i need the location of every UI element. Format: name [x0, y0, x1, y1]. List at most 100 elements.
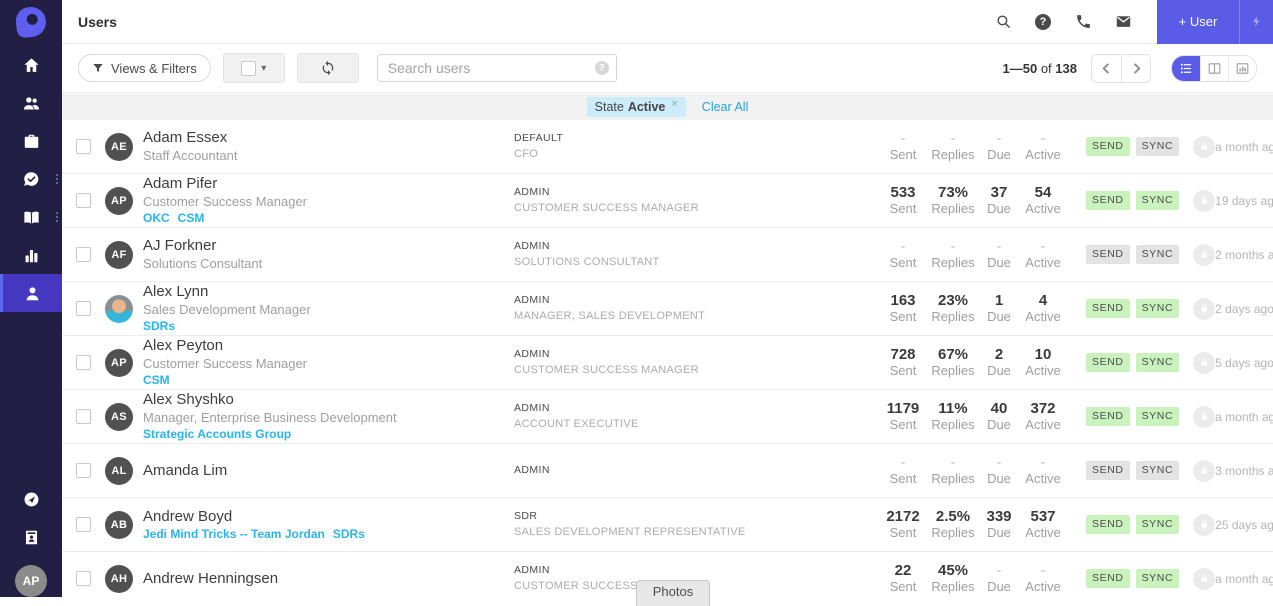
- user-tag[interactable]: Jedi Mind Tricks -- Team Jordan: [143, 527, 325, 542]
- help-button[interactable]: ?: [1023, 0, 1063, 44]
- user-tag[interactable]: OKC: [143, 211, 170, 226]
- row-checkbox[interactable]: [76, 571, 91, 586]
- stat-active-value: -: [1040, 562, 1046, 579]
- user-tag[interactable]: Strategic Accounts Group: [143, 427, 291, 442]
- stat-sent-label: Sent: [889, 147, 917, 162]
- chart-view-icon: [1236, 62, 1249, 74]
- user-name[interactable]: Adam Pifer: [143, 175, 514, 193]
- user-row[interactable]: AP Alex Peyton Customer Success Manager CSM…: [62, 336, 1273, 390]
- row-checkbox[interactable]: [76, 139, 91, 154]
- app-logo[interactable]: [0, 0, 62, 44]
- lock-icon: [1201, 520, 1207, 528]
- select-all-dropdown[interactable]: ▾: [222, 53, 285, 83]
- user-row[interactable]: Alex Lynn Sales Development Manager SDRs AD…: [62, 282, 1273, 336]
- user-name[interactable]: Andrew Henningsen: [143, 570, 514, 588]
- send-badge[interactable]: SEND: [1086, 569, 1130, 588]
- views-filters-button[interactable]: Views & Filters: [78, 54, 211, 82]
- sync-badge[interactable]: SYNC: [1135, 515, 1180, 534]
- user-row[interactable]: AP Adam Pifer Customer Success Manager OKC C…: [62, 174, 1273, 228]
- sidebar-item-book[interactable]: [0, 198, 62, 236]
- filter-chip-state[interactable]: State Active ×: [586, 97, 686, 117]
- user-position: MANAGER, SALES DEVELOPMENT: [514, 310, 706, 322]
- row-checkbox[interactable]: [76, 463, 91, 478]
- remove-filter-icon[interactable]: ×: [671, 98, 677, 110]
- quick-actions-button[interactable]: [1239, 0, 1273, 44]
- row-checkbox[interactable]: [76, 193, 91, 208]
- stat-sent-label: Sent: [889, 525, 917, 540]
- sync-badge[interactable]: SYNC: [1135, 569, 1180, 588]
- user-name[interactable]: Alex Peyton: [143, 337, 514, 355]
- sync-badge[interactable]: SYNC: [1135, 137, 1180, 156]
- avatar-initials: AL: [105, 456, 133, 485]
- prev-page-button[interactable]: [1092, 54, 1121, 82]
- user-tag[interactable]: SDRs: [143, 319, 175, 334]
- user-tag[interactable]: CSM: [178, 211, 205, 226]
- sidebar-item-person[interactable]: [0, 274, 62, 312]
- search-help-icon[interactable]: ?: [594, 61, 609, 75]
- send-badge[interactable]: SEND: [1086, 137, 1130, 156]
- next-page-button[interactable]: [1121, 54, 1150, 82]
- view-mode-chart-view[interactable]: [1228, 55, 1256, 81]
- row-checkbox[interactable]: [76, 409, 91, 424]
- user-name[interactable]: Alex Lynn: [143, 283, 514, 301]
- kebab-menu-icon[interactable]: [56, 212, 58, 222]
- user-name[interactable]: Adam Essex: [143, 129, 514, 147]
- sidebar-item-people[interactable]: [0, 84, 62, 122]
- row-checkbox[interactable]: [76, 301, 91, 316]
- send-badge[interactable]: SEND: [1086, 407, 1130, 426]
- stat-replies-value: 2.5%: [935, 508, 971, 525]
- user-tags: CSM: [143, 373, 514, 388]
- user-name[interactable]: Andrew Boyd: [143, 508, 514, 526]
- user-title: Sales Development Manager: [143, 302, 311, 317]
- sync-badge[interactable]: SYNC: [1135, 407, 1180, 426]
- sync-badge[interactable]: SYNC: [1135, 191, 1180, 210]
- send-badge[interactable]: SEND: [1086, 461, 1130, 480]
- user-row[interactable]: AL Amanda Lim ADMIN - Sent - Replies - Due - Activ…: [62, 444, 1273, 498]
- sidebar-item-chat-check[interactable]: [0, 160, 62, 198]
- user-row[interactable]: AB Andrew Boyd Jedi Mind Tricks -- Team Jo…: [62, 498, 1273, 552]
- user-name[interactable]: Amanda Lim: [143, 462, 514, 480]
- sync-badge[interactable]: SYNC: [1135, 353, 1180, 372]
- send-badge[interactable]: SEND: [1086, 299, 1130, 318]
- send-badge[interactable]: SEND: [1086, 245, 1130, 264]
- pagination-range: 1—50: [1002, 60, 1038, 76]
- user-tag[interactable]: CSM: [143, 373, 170, 388]
- current-user-avatar[interactable]: AP: [15, 565, 47, 597]
- clear-all-link[interactable]: Clear All: [702, 100, 749, 114]
- sidebar-item-home[interactable]: [0, 46, 62, 84]
- sidebar-item-compass[interactable]: [0, 480, 62, 518]
- view-mode-column-view[interactable]: [1200, 55, 1228, 81]
- add-user-button[interactable]: + User: [1157, 0, 1239, 44]
- user-row[interactable]: AS Alex Shyshko Manager, Enterprise Busine…: [62, 390, 1273, 444]
- stat-replies-label: Replies: [931, 201, 975, 216]
- phone-button[interactable]: [1063, 0, 1103, 44]
- sidebar-item-id-card[interactable]: [0, 518, 62, 556]
- user-name[interactable]: AJ Forkner: [143, 237, 514, 255]
- user-row[interactable]: AF AJ Forkner Solutions Consultant ADMIN SOL…: [62, 228, 1273, 282]
- search-users-input[interactable]: [376, 54, 617, 82]
- sidebar-item-bar-chart[interactable]: [0, 236, 62, 274]
- sync-badge[interactable]: SYNC: [1135, 461, 1180, 480]
- sync-badge[interactable]: SYNC: [1135, 245, 1180, 264]
- row-checkbox[interactable]: [76, 247, 91, 262]
- send-badge[interactable]: SEND: [1086, 515, 1130, 534]
- stat-sent: - Sent: [880, 130, 926, 163]
- user-row[interactable]: AE Adam Essex Staff Accountant DEFAULT CFO - S…: [62, 120, 1273, 174]
- select-all-checkbox[interactable]: [241, 60, 257, 76]
- sidebar-item-briefcase[interactable]: [0, 122, 62, 160]
- view-mode-list-view[interactable]: [1172, 55, 1200, 81]
- send-badge[interactable]: SEND: [1086, 191, 1130, 210]
- kebab-menu-icon[interactable]: [56, 174, 58, 184]
- row-checkbox[interactable]: [76, 517, 91, 532]
- envelope-button[interactable]: [1103, 0, 1143, 44]
- sync-badge[interactable]: SYNC: [1135, 299, 1180, 318]
- search-button[interactable]: [983, 0, 1023, 44]
- user-tag[interactable]: SDRs: [333, 527, 365, 542]
- stat-due-label: Due: [987, 579, 1011, 594]
- photos-tooltip[interactable]: Photos: [636, 580, 710, 606]
- row-checkbox[interactable]: [76, 355, 91, 370]
- user-cell: AJ Forkner Solutions Consultant: [143, 237, 514, 272]
- user-name[interactable]: Alex Shyshko: [143, 391, 514, 409]
- send-badge[interactable]: SEND: [1086, 353, 1130, 372]
- refresh-button[interactable]: [296, 53, 359, 83]
